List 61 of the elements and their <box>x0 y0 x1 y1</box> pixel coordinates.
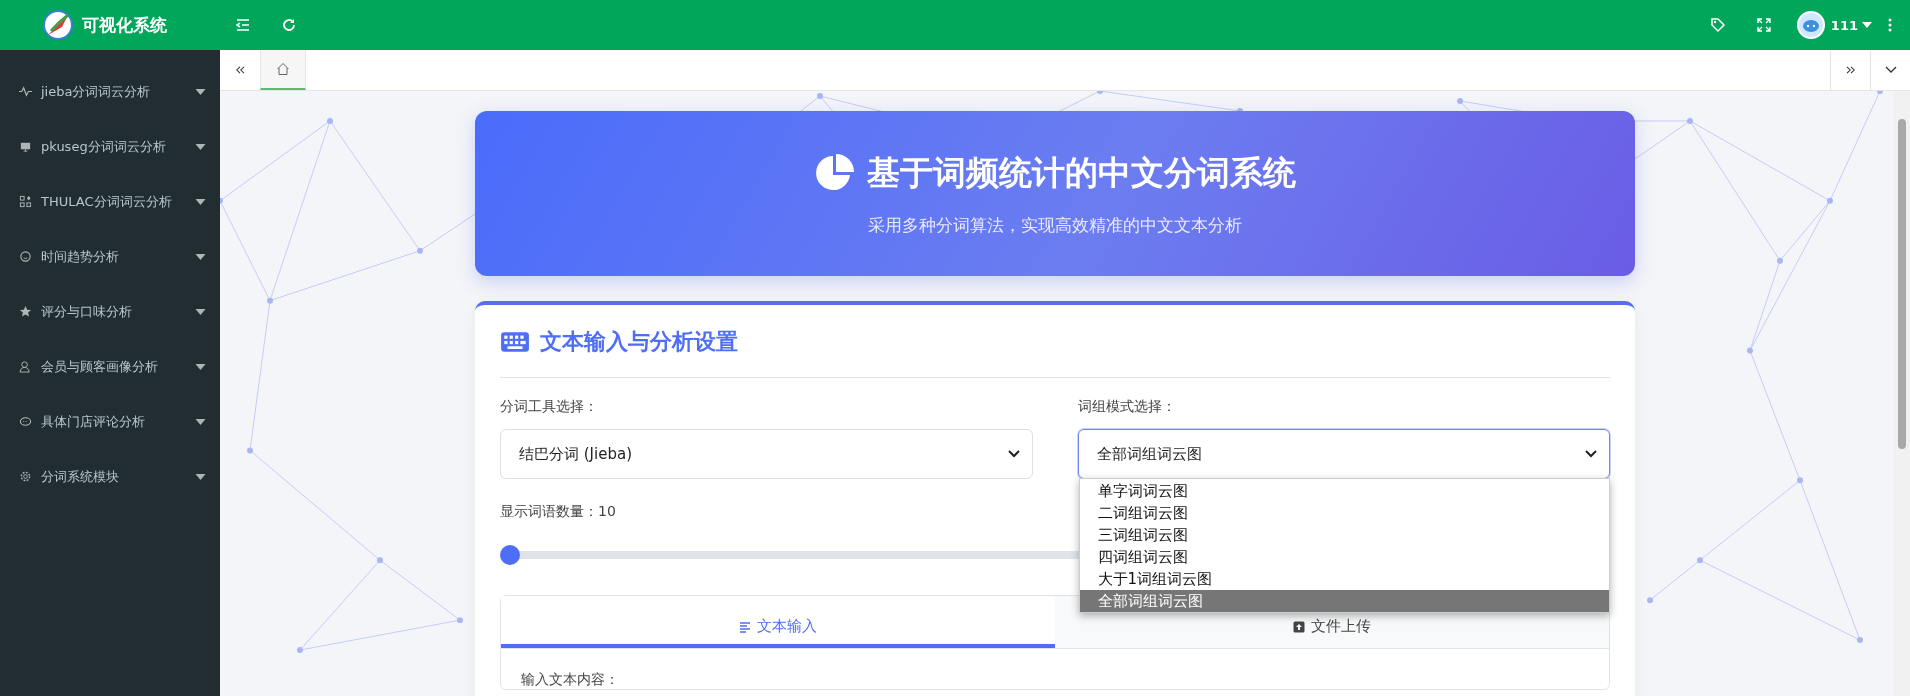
pulse-icon <box>19 85 32 98</box>
upload-icon <box>1293 620 1305 633</box>
chat-icon <box>19 415 32 428</box>
star-icon <box>19 305 32 318</box>
keyboard-icon <box>500 331 530 353</box>
chevron-down-icon <box>1585 450 1597 458</box>
sidebar-item[interactable]: jieba分词词云分析 <box>0 64 220 119</box>
field-label: 词组模式选择： <box>1077 398 1177 416</box>
banner-subtitle: 采用多种分词算法，实现高效精准的中文文本分析 <box>868 213 1242 237</box>
card-title: 文本输入与分析设置 <box>540 328 738 356</box>
tool-select[interactable]: 结巴分词 (Jieba) <box>500 429 1033 479</box>
caret-icon <box>195 308 206 315</box>
align-left-icon <box>739 620 751 633</box>
caret-icon <box>195 143 206 150</box>
chevron-down-icon <box>1884 66 1897 74</box>
sidebar-item[interactable]: pkuseg分词词云分析 <box>0 119 220 174</box>
refresh-icon[interactable] <box>281 17 297 33</box>
caret-icon[interactable] <box>1862 22 1872 28</box>
sidebar-item[interactable]: 时间趋势分析 <box>0 229 220 284</box>
pie-chart-icon <box>814 153 855 193</box>
user-icon <box>19 360 32 373</box>
double-chevron-right-icon <box>1844 66 1857 74</box>
caret-icon <box>195 198 206 205</box>
more-icon[interactable] <box>1888 17 1892 33</box>
dropdown-option[interactable]: 全部词组词云图 <box>1079 590 1609 612</box>
home-tab[interactable] <box>260 50 306 90</box>
sidebar-item[interactable]: 分词系统模块 <box>0 449 220 504</box>
sidebar-item[interactable]: 评分与口味分析 <box>0 284 220 339</box>
field-label: 分词工具选择： <box>500 398 599 416</box>
caret-icon <box>195 418 206 425</box>
dropdown-option[interactable]: 单字词词云图 <box>1079 480 1609 502</box>
app-title: 可视化系统 <box>82 13 167 37</box>
circle-icon <box>19 250 32 263</box>
caret-icon <box>195 473 206 480</box>
caret-icon <box>195 253 206 260</box>
dropdown-option[interactable]: 大于1词组词云图 <box>1079 568 1609 590</box>
tab[interactable]: 文本输入 <box>501 596 1055 648</box>
dropdown-option[interactable]: 二词组词云图 <box>1079 502 1609 524</box>
menu-fold-icon[interactable] <box>235 17 251 33</box>
dropdown-option[interactable]: 三词组词云图 <box>1079 524 1609 546</box>
logo-icon <box>42 9 74 41</box>
scrollbar[interactable] <box>1894 91 1910 696</box>
dropdown-option[interactable]: 四词组词云图 <box>1079 546 1609 568</box>
double-chevron-left-icon <box>234 66 246 74</box>
settings-icon <box>19 470 32 483</box>
chevron-down-icon <box>1007 450 1020 458</box>
fullscreen-icon[interactable] <box>1755 17 1772 33</box>
grid-icon <box>19 195 32 208</box>
monitor-icon <box>19 140 32 153</box>
sidebar-item[interactable]: 具体门店评论分析 <box>0 394 220 449</box>
banner-title: 基于词频统计的中文分词系统 <box>866 151 1296 194</box>
slider-thumb[interactable] <box>500 545 520 565</box>
caret-icon <box>195 363 206 370</box>
sidebar-item[interactable]: 会员与顾客画像分析 <box>0 339 220 394</box>
avatar-icon[interactable] <box>1796 11 1825 39</box>
caret-icon <box>195 88 206 95</box>
field-label: 输入文本内容： <box>521 671 619 689</box>
tag-icon[interactable] <box>1709 17 1726 33</box>
sidebar-item[interactable]: THULAC分词词云分析 <box>0 174 220 229</box>
home-icon <box>276 62 290 76</box>
field-label: 显示词语数量：10 <box>500 503 616 521</box>
